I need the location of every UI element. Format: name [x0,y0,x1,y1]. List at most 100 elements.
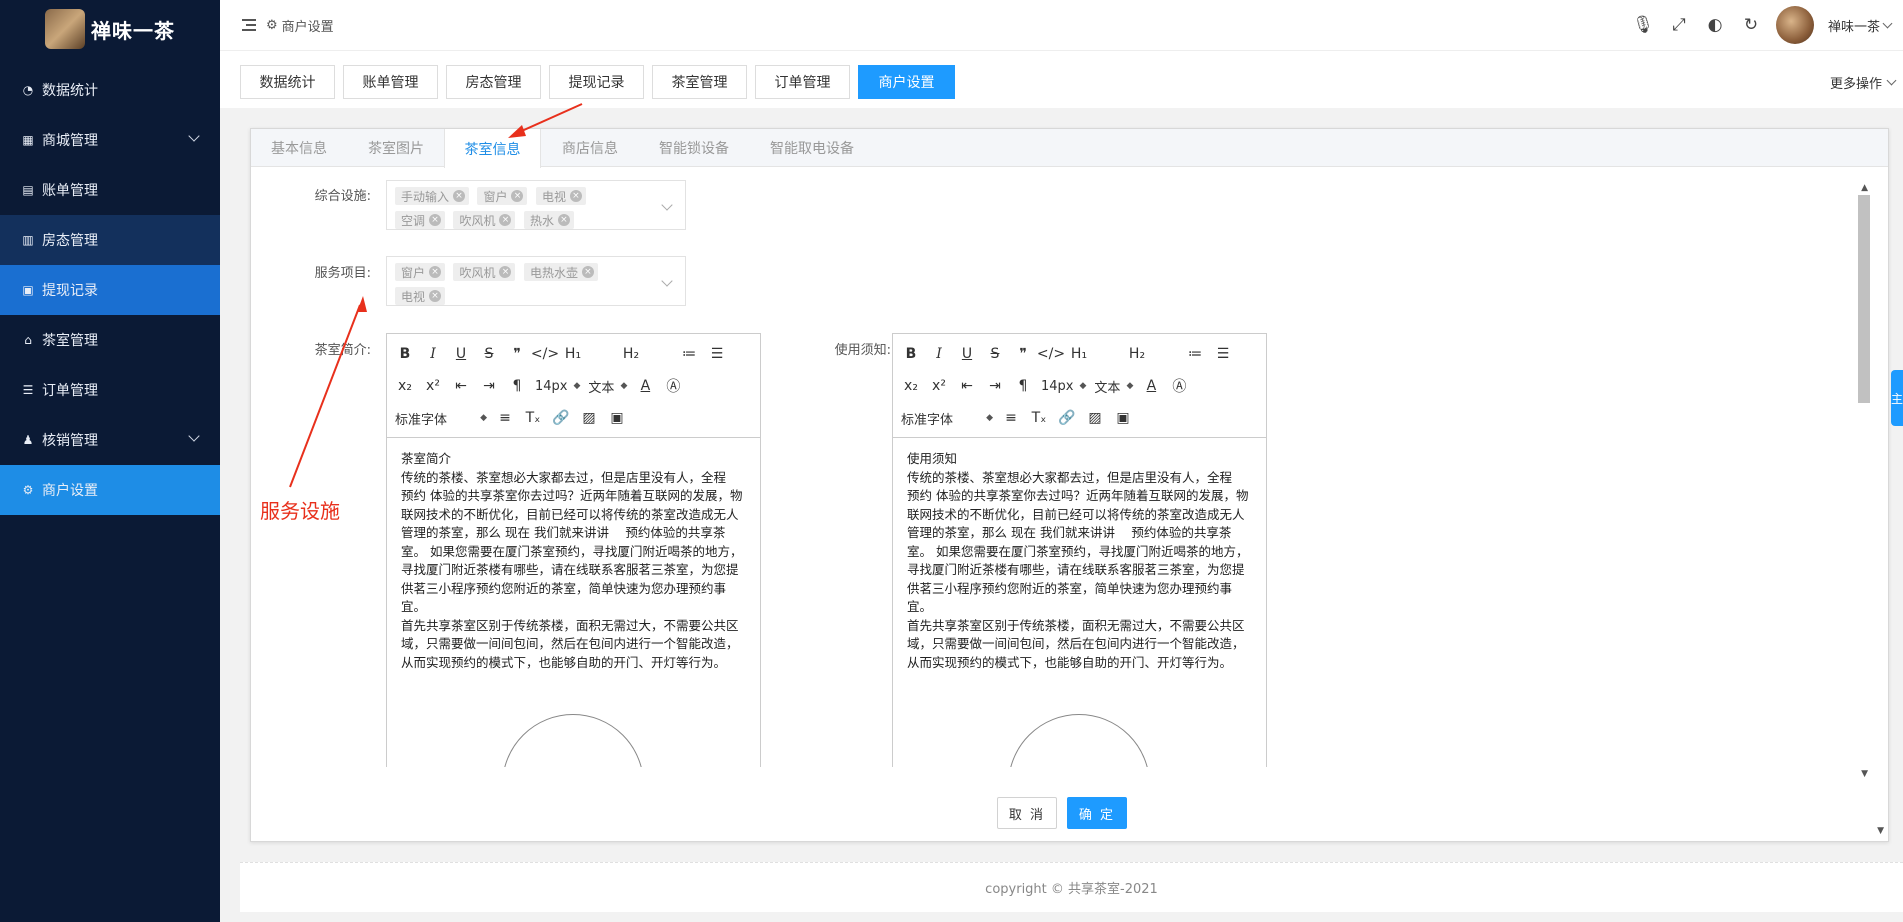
superscript-button[interactable]: x² [419,374,447,398]
background-color-button[interactable]: Ⓐ [1165,374,1193,398]
font-family-select[interactable]: 标准字体 ◆ [897,406,997,430]
text-direction-button[interactable]: ¶ [503,374,531,398]
remove-chip-icon[interactable]: × [429,214,442,226]
code-block-button[interactable]: </> [1037,342,1065,366]
clear-format-button[interactable]: Tₓ [1025,406,1053,430]
ordered-list-button[interactable]: ≔ [675,342,703,366]
tab-tearooms[interactable]: 茶室管理 [652,65,747,99]
panel-scroll-down-icon[interactable]: ▼ [1877,826,1884,836]
scroll-up-icon[interactable]: ▲ [1861,183,1868,193]
editor-content[interactable]: 使用须知 传统的茶楼、茶室想必大家都去过，但是店里没有人，全程 预约 体验的共享… [893,438,1266,684]
remove-chip-icon[interactable]: × [499,214,512,226]
sidebar-item-tearooms[interactable]: ⌂ 茶室管理 [0,315,220,365]
avatar[interactable] [1775,6,1814,44]
subtab-smart-lock[interactable]: 智能锁设备 [659,129,729,167]
remove-chip-icon[interactable]: × [429,266,442,278]
sidebar-item-dashboard[interactable]: ◔ 数据统计 [0,65,220,115]
link-icon[interactable]: 🔗 [1053,406,1081,430]
background-color-button[interactable]: Ⓐ [659,374,687,398]
subtab-smart-power[interactable]: 智能取电设备 [770,129,854,167]
bold-button[interactable]: B [391,342,419,366]
video-icon[interactable]: ▣ [1109,406,1137,430]
link-icon[interactable]: 🔗 [547,406,575,430]
font-family-select[interactable]: 标准字体 ◆ [391,406,491,430]
font-color-button[interactable]: A [631,374,659,398]
more-actions-dropdown[interactable]: 更多操作 [1830,73,1897,92]
tab-dashboard[interactable]: 数据统计 [240,65,335,99]
sidebar-item-verification[interactable]: ♟ 核销管理 [0,415,220,465]
outdent-button[interactable]: ⇤ [447,374,475,398]
sidebar-item-shop[interactable]: ▦ 商城管理 [0,115,220,165]
align-button[interactable]: ≡ [997,406,1025,430]
subtab-store-info[interactable]: 商店信息 [562,129,618,167]
align-button[interactable]: ≡ [491,406,519,430]
subscript-button[interactable]: x₂ [391,374,419,398]
sidebar-item-withdrawals[interactable]: ▣ 提现记录 [0,265,220,315]
indent-button[interactable]: ⇥ [475,374,503,398]
sidebar-item-orders[interactable]: ☰ 订单管理 [0,365,220,415]
notice-rich-editor[interactable]: B I U S ❞ </> H₁ H₂ ≔ ☰ x₂ x² ⇤ ⇥ ¶ 14px… [892,333,1267,767]
underline-button[interactable]: U [447,342,475,366]
font-size-select[interactable]: 14px ◆ [531,374,584,398]
fullscreen-icon[interactable]: ⤢ [1668,14,1690,36]
outdent-button[interactable]: ⇤ [953,374,981,398]
tab-withdrawals[interactable]: 提现记录 [549,65,644,99]
menu-toggle-icon[interactable] [242,19,256,31]
subtab-tearoom-info[interactable]: 茶室信息 [444,129,541,168]
subscript-button[interactable]: x₂ [897,374,925,398]
remove-chip-icon[interactable]: × [453,190,466,202]
font-color-button[interactable]: A [1137,374,1165,398]
text-type-select[interactable]: 文本 ◆ [584,374,631,398]
remove-chip-icon[interactable]: × [569,190,582,202]
text-direction-button[interactable]: ¶ [1009,374,1037,398]
palette-icon[interactable]: ◐ [1704,14,1726,36]
code-block-button[interactable]: </> [531,342,559,366]
confirm-button[interactable]: 确 定 [1067,797,1127,829]
facilities-multiselect[interactable]: 手动输入 × 窗户 × 电视 × 空调 × 吹风机 × 热水 × [386,180,686,230]
indent-button[interactable]: ⇥ [981,374,1009,398]
subtab-basic-info[interactable]: 基本信息 [271,129,327,167]
heading1-button[interactable]: H₁ [1065,342,1093,366]
image-icon[interactable]: ▨ [575,406,603,430]
logo[interactable]: 禅味一茶 [0,0,220,58]
remove-chip-icon[interactable]: × [511,190,524,202]
remove-chip-icon[interactable]: × [557,214,570,226]
strikethrough-button[interactable]: S [475,342,503,366]
remove-chip-icon[interactable]: × [581,266,594,278]
bullet-list-button[interactable]: ☰ [703,342,731,366]
tab-orders[interactable]: 订单管理 [755,65,850,99]
refresh-icon[interactable]: ↻ [1740,14,1762,36]
intro-rich-editor[interactable]: B I U S ❞ </> H₁ H₂ ≔ ☰ x₂ x² ⇤ ⇥ ¶ 14px… [386,333,761,767]
side-floating-tab[interactable]: 主 [1891,370,1903,426]
bullet-list-button[interactable]: ☰ [1209,342,1237,366]
sidebar-item-merchant-settings[interactable]: ⚙ 商户设置 [0,465,220,515]
ordered-list-button[interactable]: ≔ [1181,342,1209,366]
remove-chip-icon[interactable]: × [429,290,442,302]
heading2-button[interactable]: H₂ [617,342,645,366]
clear-format-button[interactable]: Tₓ [519,406,547,430]
cancel-button[interactable]: 取 消 [997,797,1057,829]
services-multiselect[interactable]: 窗户 × 吹风机 × 电热水壶 × 电视 × [386,256,686,306]
heading2-button[interactable]: H₂ [1123,342,1151,366]
bold-button[interactable]: B [897,342,925,366]
italic-button[interactable]: I [419,342,447,366]
tab-room-status[interactable]: 房态管理 [446,65,541,99]
italic-button[interactable]: I [925,342,953,366]
font-size-select[interactable]: 14px ◆ [1037,374,1090,398]
underline-button[interactable]: U [953,342,981,366]
superscript-button[interactable]: x² [925,374,953,398]
subtab-tearoom-images[interactable]: 茶室图片 [368,129,424,167]
remove-chip-icon[interactable]: × [499,266,512,278]
mic-off-icon[interactable]: 🎙 [1632,14,1654,36]
tab-bills[interactable]: 账单管理 [343,65,438,99]
blockquote-button[interactable]: ❞ [503,342,531,366]
sidebar-item-bills[interactable]: ▤ 账单管理 [0,165,220,215]
text-type-select[interactable]: 文本 ◆ [1090,374,1137,398]
heading1-button[interactable]: H₁ [559,342,587,366]
editor-content[interactable]: 茶室简介 传统的茶楼、茶室想必大家都去过，但是店里没有人，全程 预约 体验的共享… [387,438,760,684]
scrollbar-thumb[interactable] [1858,195,1870,403]
scroll-down-icon[interactable]: ▼ [1861,769,1868,779]
strikethrough-button[interactable]: S [981,342,1009,366]
user-menu[interactable]: 禅味一茶 [1828,16,1893,35]
blockquote-button[interactable]: ❞ [1009,342,1037,366]
